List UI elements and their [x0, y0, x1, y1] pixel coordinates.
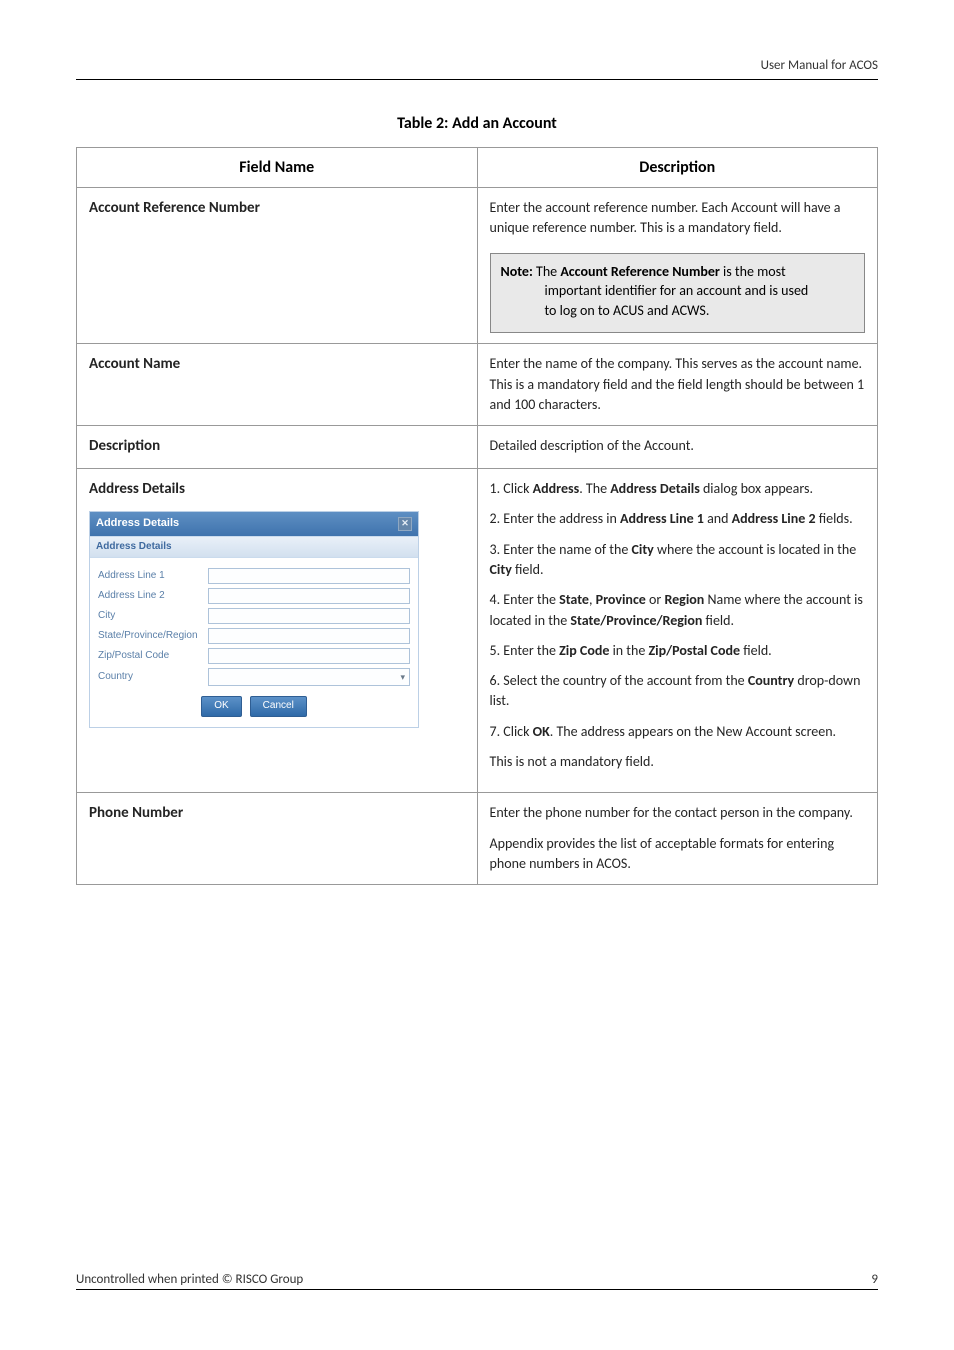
address-step-3: 3. Enter the name of the City where the … — [490, 540, 866, 581]
footer-page-number: 9 — [871, 1272, 878, 1287]
phone-desc-1: Enter the phone number for the contact p… — [490, 803, 866, 823]
label-address-line-1: Address Line 1 — [98, 569, 208, 584]
close-icon[interactable]: ✕ — [398, 517, 412, 531]
header-right-text: User Manual for ACOS — [76, 58, 878, 80]
dialog-subhead: Address Details — [90, 536, 418, 559]
table-title: Table 2: Add an Account — [76, 114, 878, 133]
desc-account-name: Enter the name of the company. This serv… — [477, 344, 878, 426]
address-step-4: 4. Enter the State, Province or Region N… — [490, 590, 866, 631]
label-address-line-2: Address Line 2 — [98, 589, 208, 604]
address-step-7: 7. Click OK. The address appears on the … — [490, 722, 866, 742]
address-step-5: 5. Enter the Zip Code in the Zip/Postal … — [490, 641, 866, 661]
input-address-line-2[interactable] — [208, 588, 410, 604]
cancel-button[interactable]: Cancel — [250, 696, 307, 717]
address-step-2: 2. Enter the address in Address Line 1 a… — [490, 509, 866, 529]
note-box: Note: The Account Reference Number is th… — [490, 253, 866, 334]
label-state-province-region: State/Province/Region — [98, 629, 208, 644]
table-row: Description Detailed description of the … — [77, 426, 878, 469]
input-state-province-region[interactable] — [208, 628, 410, 644]
desc-description: Detailed description of the Account. — [477, 426, 878, 469]
address-details-dialog: Address Details ✕ Address Details Addres… — [89, 511, 419, 728]
table-row: Phone Number Enter the phone number for … — [77, 793, 878, 885]
label-account-name: Account Name — [89, 355, 180, 373]
label-address-details: Address Details — [89, 480, 185, 498]
table-row: Account Name Enter the name of the compa… — [77, 344, 878, 426]
label-zip-postal-code: Zip/Postal Code — [98, 649, 208, 664]
input-address-line-1[interactable] — [208, 568, 410, 584]
col-field-name: Field Name — [77, 148, 478, 188]
select-country[interactable]: ▾ — [208, 668, 410, 686]
dialog-title: Address Details — [96, 516, 179, 532]
phone-desc-2: Appendix provides the list of acceptable… — [490, 834, 866, 875]
address-step-1: 1. Click Address. The Address Details di… — [490, 479, 866, 499]
table-row: Account Reference Number Enter the accou… — [77, 188, 878, 344]
label-country: Country — [98, 670, 208, 685]
desc-account-reference-number: Enter the account reference number. Each… — [490, 198, 866, 239]
ok-button[interactable]: OK — [201, 696, 241, 717]
label-phone-number: Phone Number — [89, 804, 183, 822]
input-zip-postal-code[interactable] — [208, 648, 410, 664]
note-body: important identifier for an account and … — [501, 281, 855, 320]
address-step-8: This is not a mandatory field. — [490, 752, 866, 772]
fields-table: Field Name Description Account Reference… — [76, 147, 878, 885]
address-step-6: 6. Select the country of the account fro… — [490, 671, 866, 712]
label-account-reference-number: Account Reference Number — [89, 199, 260, 217]
label-city: City — [98, 609, 208, 624]
col-description: Description — [477, 148, 878, 188]
footer-left: Uncontrolled when printed © RISCO Group — [76, 1272, 303, 1287]
input-city[interactable] — [208, 608, 410, 624]
table-row: Address Details Address Details ✕ Addres… — [77, 469, 878, 793]
label-description: Description — [89, 437, 160, 455]
note-prefix: Note: — [501, 263, 533, 280]
